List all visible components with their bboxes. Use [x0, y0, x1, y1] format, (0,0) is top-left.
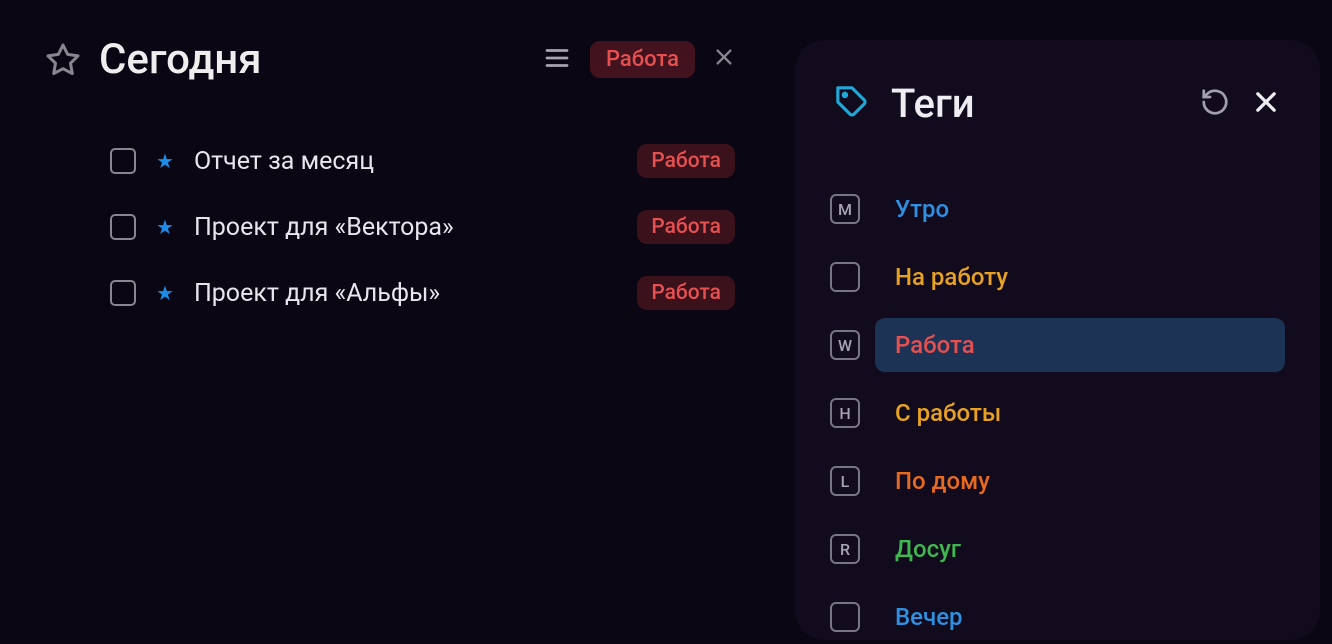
tag-label: На работу — [895, 263, 1008, 291]
checkbox-icon[interactable] — [110, 214, 136, 240]
header-actions: Работа — [542, 41, 735, 78]
tags-panel-title: Теги — [891, 80, 1178, 127]
task-tag-pill[interactable]: Работа — [637, 144, 735, 178]
tag-label: Вечер — [895, 603, 963, 631]
close-panel-icon[interactable] — [1252, 88, 1280, 120]
task-label: Проект для «Альфы» — [194, 279, 617, 308]
clear-filter-icon[interactable] — [713, 46, 735, 74]
tag-row[interactable]: Вечер — [830, 590, 1285, 644]
list-icon[interactable] — [542, 43, 572, 77]
keyboard-shortcut-badge: M — [830, 194, 860, 224]
keyboard-shortcut-badge: L — [830, 466, 860, 496]
tag-label-wrap[interactable]: По дому — [875, 454, 1285, 508]
tag-label-wrap[interactable]: Утро — [875, 182, 1285, 236]
tag-label-wrap[interactable]: Работа — [875, 318, 1285, 372]
tag-label: Досуг — [895, 535, 961, 563]
task-row[interactable]: ★ Проект для «Альфы» Работа — [110, 276, 735, 310]
tag-label-wrap[interactable]: Вечер — [875, 590, 1285, 644]
star-filled-icon[interactable]: ★ — [156, 215, 174, 239]
tag-row[interactable]: L По дому — [830, 454, 1285, 508]
main-panel: Сегодня Работа ★ Отчет за месяц — [0, 0, 780, 342]
task-label: Проект для «Вектора» — [194, 213, 617, 242]
tag-label: По дому — [895, 467, 990, 495]
undo-icon[interactable] — [1200, 87, 1230, 121]
task-tag-pill[interactable]: Работа — [637, 210, 735, 244]
checkbox-icon[interactable] — [110, 280, 136, 306]
keyboard-shortcut-badge — [830, 602, 860, 632]
tag-list: M Утро На работу W Работа H С работы L По дому R Д… — [825, 182, 1290, 644]
task-list: ★ Отчет за месяц Работа ★ Проект для «Ве… — [45, 144, 735, 310]
keyboard-shortcut-badge: H — [830, 398, 860, 428]
star-filled-icon[interactable]: ★ — [156, 149, 174, 173]
keyboard-shortcut-badge: R — [830, 534, 860, 564]
checkbox-icon[interactable] — [110, 148, 136, 174]
tag-row[interactable]: W Работа — [830, 318, 1285, 372]
tag-row[interactable]: H С работы — [830, 386, 1285, 440]
tag-label-wrap[interactable]: С работы — [875, 386, 1285, 440]
task-tag-pill[interactable]: Работа — [637, 276, 735, 310]
task-row[interactable]: ★ Отчет за месяц Работа — [110, 144, 735, 178]
tag-label: Утро — [895, 195, 949, 223]
page-title: Сегодня — [99, 35, 524, 84]
tags-panel: Теги M Утро На работу W Работа H С работы L По д… — [795, 40, 1320, 640]
task-label: Отчет за месяц — [194, 147, 617, 176]
tag-row[interactable]: R Досуг — [830, 522, 1285, 576]
task-row[interactable]: ★ Проект для «Вектора» Работа — [110, 210, 735, 244]
main-header: Сегодня Работа — [45, 35, 735, 84]
tag-label-wrap[interactable]: Досуг — [875, 522, 1285, 576]
tag-row[interactable]: На работу — [830, 250, 1285, 304]
tag-row[interactable]: M Утро — [830, 182, 1285, 236]
tag-label-wrap[interactable]: На работу — [875, 250, 1285, 304]
tags-panel-header: Теги — [825, 80, 1290, 127]
keyboard-shortcut-badge — [830, 262, 860, 292]
tag-label: Работа — [895, 331, 975, 359]
star-filled-icon[interactable]: ★ — [156, 281, 174, 305]
tag-label: С работы — [895, 399, 1001, 427]
keyboard-shortcut-badge: W — [830, 330, 860, 360]
star-outline-icon[interactable] — [45, 42, 81, 78]
filter-tag-pill[interactable]: Работа — [590, 41, 695, 78]
tag-icon — [835, 85, 869, 123]
